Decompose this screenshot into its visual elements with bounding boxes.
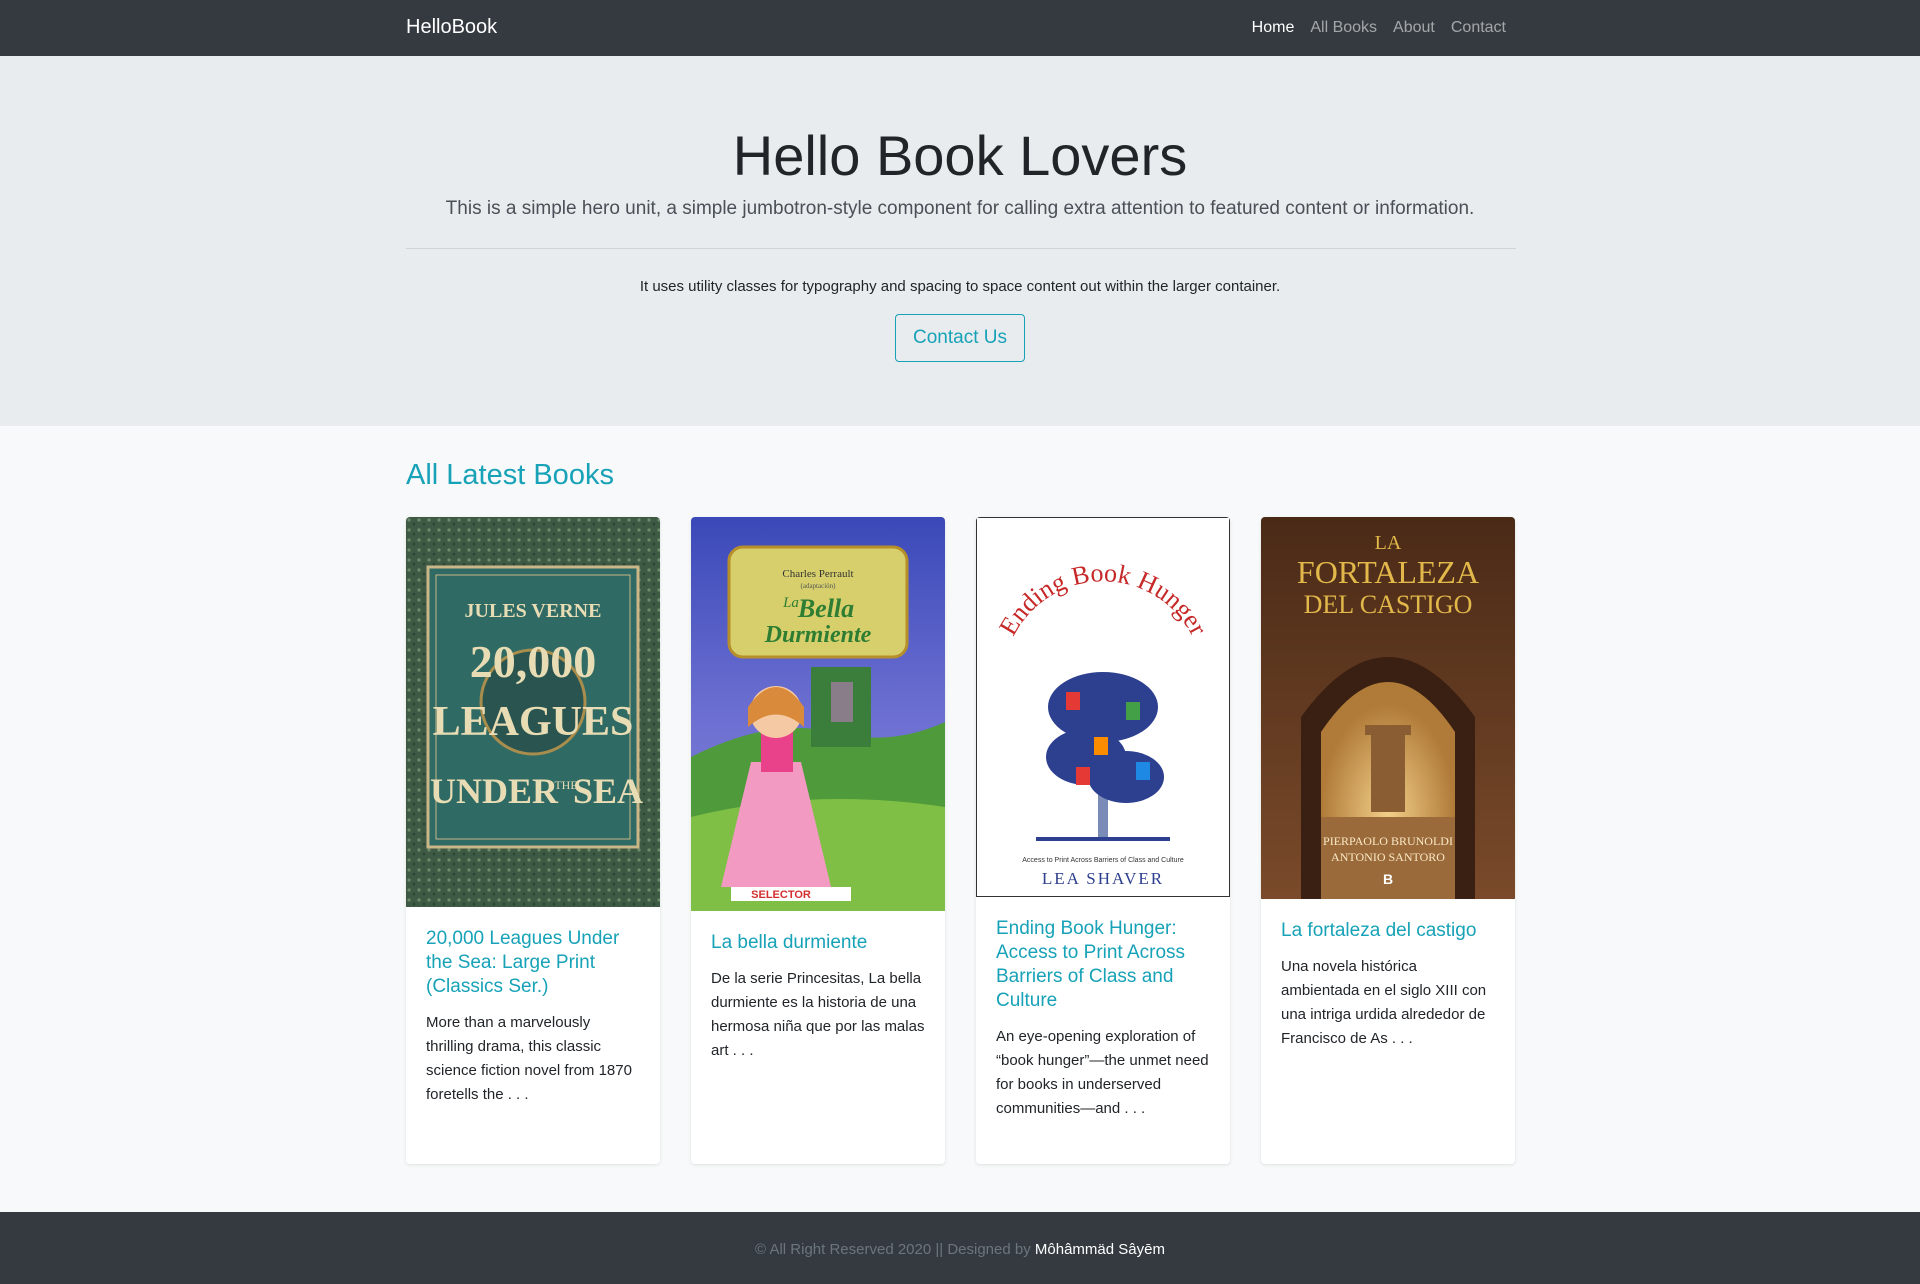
hero-divider: [406, 248, 1516, 249]
book-title[interactable]: Ending Book Hunger: Access to Print Acro…: [996, 917, 1210, 1013]
book-description: An eye-opening exploration of “book hung…: [996, 1028, 1209, 1117]
book-card[interactable]: Ending Book Hunger Access to Print Acros…: [976, 517, 1230, 1164]
cover-publisher: SELECTOR: [751, 889, 811, 901]
cover-title-line: LEAGUES: [433, 699, 634, 745]
cover-title-line: La: [782, 595, 799, 611]
book-cover-image[interactable]: JULES VERNE 20,000 LEAGUES UNDER THE SEA: [406, 517, 660, 907]
nav-link-contact[interactable]: Contact: [1451, 19, 1506, 37]
book-card[interactable]: Charles Perrault (adaptación) La Bella D…: [691, 517, 945, 1164]
book-title[interactable]: La fortaleza del castigo: [1281, 919, 1495, 943]
book-description: Una novela histórica ambientada en el si…: [1281, 958, 1487, 1047]
book-title[interactable]: 20,000 Leagues Under the Sea: Large Prin…: [426, 927, 640, 999]
section-title: All Latest Books: [406, 459, 614, 491]
cover-author: LEA SHAVER: [1042, 869, 1164, 888]
cover-title-line: UNDER: [430, 771, 559, 811]
contact-us-button[interactable]: Contact Us: [895, 314, 1025, 362]
brand-link[interactable]: HelloBook: [406, 16, 497, 39]
hero-lead: This is a simple hero unit, a simple jum…: [445, 198, 1475, 219]
cover-title-line: 20,000: [470, 636, 597, 687]
footer: © All Right Reserved 2020 || Designed by…: [0, 1212, 1920, 1284]
cover-note: (adaptación): [801, 582, 837, 590]
cover-author: JULES VERNE: [465, 600, 602, 622]
card-body: La fortaleza del castigo Una novela hist…: [1281, 919, 1495, 1051]
cover-author: ANTONIO SANTORO: [1331, 850, 1445, 864]
cover-publisher: B: [1383, 871, 1393, 887]
cover-title-line: FORTALEZA: [1297, 554, 1479, 590]
book-description: More than a marvelously thrilling drama,…: [426, 1014, 632, 1103]
nav-link-home[interactable]: Home: [1252, 19, 1295, 37]
book-cover-image[interactable]: LA FORTALEZA DEL CASTIGO PIERPAOLO BRUNO…: [1261, 517, 1515, 899]
cover-title-line: SEA: [573, 771, 643, 811]
cover-title-line: LA: [1375, 532, 1402, 554]
nav-link-all-books[interactable]: All Books: [1310, 19, 1377, 37]
hero-jumbotron: Hello Book Lovers This is a simple hero …: [0, 56, 1920, 426]
cover-title-line: Bella: [797, 594, 854, 623]
book-cover-image[interactable]: Charles Perrault (adaptación) La Bella D…: [691, 517, 945, 911]
card-body: La bella durmiente De la serie Princesit…: [711, 931, 925, 1063]
cover-title-line: DEL CASTIGO: [1304, 590, 1473, 619]
card-body: 20,000 Leagues Under the Sea: Large Prin…: [426, 927, 640, 1107]
book-description: De la serie Princesitas, La bella durmie…: [711, 970, 925, 1059]
navbar: HelloBook Home All Books About Contact: [0, 0, 1920, 56]
book-card[interactable]: JULES VERNE 20,000 LEAGUES UNDER THE SEA…: [406, 517, 660, 1164]
nav-links: Home All Books About Contact: [1252, 19, 1506, 37]
nav-link-about[interactable]: About: [1393, 19, 1435, 37]
book-card[interactable]: LA FORTALEZA DEL CASTIGO PIERPAOLO BRUNO…: [1261, 517, 1515, 1164]
footer-designer-link[interactable]: Môhâmmäd Sâyēm: [1035, 1241, 1165, 1258]
footer-copyright: © All Right Reserved 2020 || Designed by: [755, 1241, 1031, 1258]
hero-title: Hello Book Lovers: [732, 124, 1188, 187]
book-cover-image[interactable]: Ending Book Hunger Access to Print Acros…: [976, 517, 1230, 897]
cover-author: PIERPAOLO BRUNOLDI: [1323, 834, 1453, 848]
cover-title-line: Durmiente: [764, 622, 872, 648]
cover-subtitle: Access to Print Across Barriers of Class…: [1022, 857, 1184, 864]
cover-author: Charles Perrault: [782, 568, 853, 580]
card-body: Ending Book Hunger: Access to Print Acro…: [996, 917, 1210, 1121]
hero-text: It uses utility classes for typography a…: [639, 278, 1281, 295]
book-title[interactable]: La bella durmiente: [711, 931, 925, 955]
